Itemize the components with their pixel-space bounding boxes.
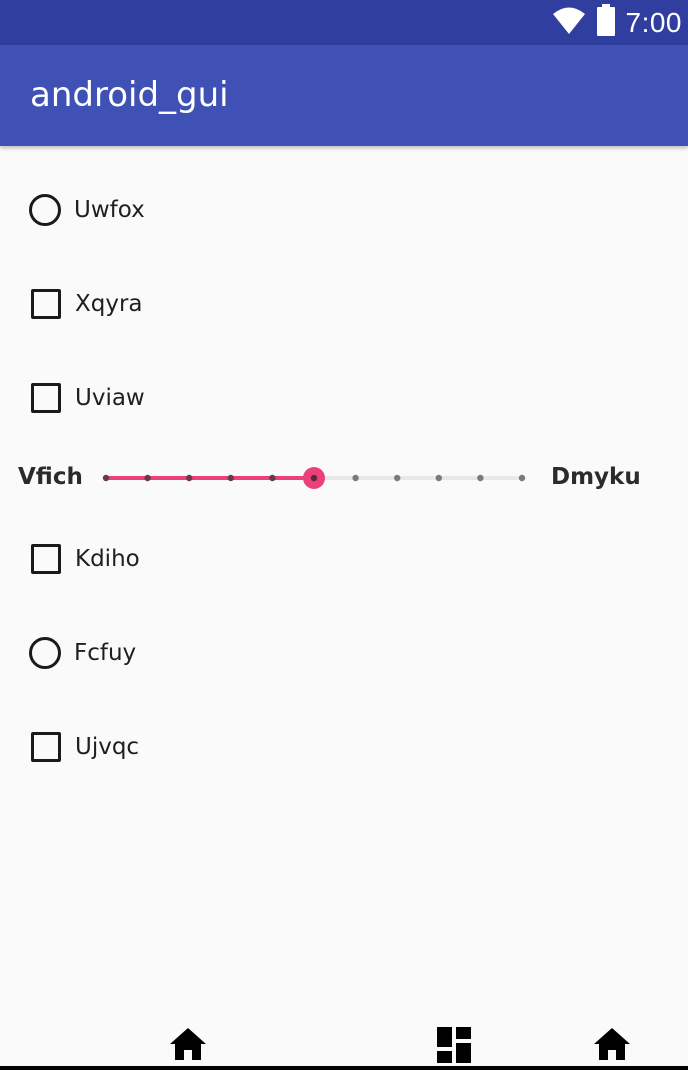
- wifi-icon: [552, 5, 586, 40]
- radio-label: Uwfox: [74, 197, 145, 223]
- seekbar-tick: [102, 474, 110, 482]
- checkbox-label: Ujvqc: [75, 734, 140, 760]
- checkbox-item-ujvqc[interactable]: Ujvqc: [28, 727, 139, 767]
- slider-row: Vfich Dmyku: [0, 456, 688, 500]
- seekbar-tick: [227, 474, 234, 482]
- checkbox[interactable]: [31, 732, 61, 762]
- checkbox-label: Kdiho: [75, 546, 140, 572]
- status-time: 7:00: [625, 6, 682, 38]
- radio-label: Fcfuy: [74, 640, 137, 666]
- seekbar-thumb-dot: [310, 474, 318, 482]
- seekbar-tick: [269, 474, 276, 482]
- slider-max-label: Dmyku: [551, 464, 641, 490]
- app-title: android_gui: [30, 75, 229, 115]
- checkbox-label: Uviaw: [75, 385, 145, 411]
- radio-button[interactable]: [29, 637, 61, 669]
- status-icons: 7:00: [552, 0, 683, 45]
- seekbar-tick: [352, 474, 359, 482]
- checkbox[interactable]: [31, 544, 61, 574]
- home-icon[interactable]: [168, 1024, 208, 1064]
- radio-button[interactable]: [29, 194, 61, 226]
- seekbar-tick: [394, 474, 401, 482]
- checkbox[interactable]: [31, 289, 61, 319]
- nav-divider: [0, 1066, 688, 1070]
- seekbar-tick: [435, 474, 442, 482]
- seekbar-tick: [518, 474, 526, 482]
- app-bar: android_gui: [0, 45, 688, 146]
- seekbar-tick: [144, 474, 151, 482]
- navigation-bar: [0, 1010, 688, 1070]
- checkbox[interactable]: [31, 383, 61, 413]
- checkbox-item-kdiho[interactable]: Kdiho: [28, 539, 140, 579]
- home-icon[interactable]: [592, 1024, 632, 1064]
- radio-item-uwfox[interactable]: Uwfox: [28, 190, 145, 230]
- seekbar-tick: [186, 474, 193, 482]
- radio-item-fcfuy[interactable]: Fcfuy: [28, 633, 136, 673]
- checkbox-item-uviaw[interactable]: Uviaw: [28, 378, 145, 418]
- seekbar-tick: [477, 474, 484, 482]
- battery-icon: [596, 4, 616, 41]
- checkbox-item-xqyra[interactable]: Xqyra: [28, 284, 143, 324]
- checkbox-label: Xqyra: [75, 291, 143, 317]
- status-bar: 7:00: [0, 0, 688, 45]
- dashboard-icon[interactable]: [434, 1024, 474, 1064]
